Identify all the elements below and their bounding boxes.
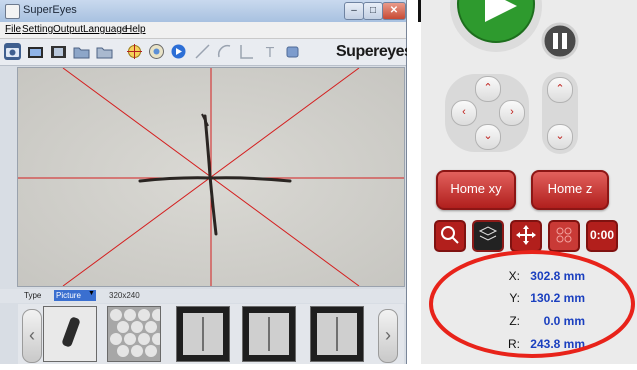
pause-icon — [553, 33, 558, 49]
circle-arrow-icon[interactable] — [170, 43, 187, 60]
capture-options-bar: Type Picture ▼ 320x240 — [0, 289, 406, 303]
thumbs-prev-button[interactable]: ‹ — [22, 309, 42, 363]
arc-tool-icon[interactable] — [216, 43, 233, 60]
angle-tool-icon[interactable] — [238, 43, 255, 60]
grid-icon[interactable] — [548, 220, 580, 252]
play-area — [450, 0, 579, 60]
jog-x-left-button[interactable]: ‹ — [451, 100, 477, 126]
chevron-down-icon[interactable]: ▼ — [88, 290, 95, 297]
thumbnail-5[interactable] — [310, 306, 364, 362]
window-title: SuperEyes — [23, 4, 77, 16]
brand-logo: Supereyes — [336, 43, 413, 60]
resolution-label: 320x240 — [109, 291, 140, 300]
eraser-icon[interactable] — [284, 43, 301, 60]
home-z-button[interactable]: Home z — [531, 170, 609, 210]
menu-setting[interactable]: Setting — [22, 24, 53, 35]
pause-button — [541, 22, 579, 60]
annotation-ellipse — [429, 250, 635, 358]
move-icon[interactable] — [510, 220, 542, 252]
minimize-button[interactable]: – — [344, 2, 364, 20]
jog-z-up-button[interactable]: ⌃ — [547, 77, 573, 103]
menu-help[interactable]: Help — [125, 24, 146, 35]
home-xy-button[interactable]: Home xy — [436, 170, 516, 210]
toolbar: T Supereyes — [0, 39, 413, 66]
jog-y-down-button[interactable]: ⌄ — [475, 124, 501, 150]
thumbnail-1[interactable] — [43, 306, 97, 362]
maximize-button[interactable]: □ — [363, 2, 383, 20]
menu-language[interactable]: Language — [83, 24, 128, 35]
close-button[interactable]: ✕ — [382, 2, 406, 20]
jog-x-right-button[interactable]: › — [499, 100, 525, 126]
magnify-icon[interactable] — [434, 220, 466, 252]
menu-output[interactable]: Output — [53, 24, 83, 35]
preview-overlay — [18, 68, 404, 286]
menu-bar: File Setting Output Language Help — [0, 22, 406, 39]
jog-y-up-button[interactable]: ⌃ — [475, 76, 501, 102]
thumbnail-3[interactable] — [176, 306, 230, 362]
layers-icon[interactable] — [472, 220, 504, 252]
camera-preview[interactable] — [17, 67, 405, 287]
thumbnail-4[interactable] — [242, 306, 296, 362]
settings-wheel-icon[interactable] — [148, 43, 165, 60]
jog-z-down-button[interactable]: ⌄ — [547, 124, 573, 150]
app-icon — [5, 4, 20, 19]
line-tool-icon[interactable] — [194, 43, 211, 60]
divider — [407, 0, 419, 364]
title-bar[interactable]: SuperEyes – □ ✕ — [0, 0, 406, 23]
svg-text:T: T — [265, 46, 274, 60]
folder-photo-icon[interactable] — [73, 43, 90, 60]
menu-file[interactable]: File — [5, 24, 21, 35]
timer-icon[interactable]: 0:00 — [586, 220, 618, 252]
thumbnail-strip: ‹ › — [18, 304, 404, 364]
folder-video-icon[interactable] — [96, 43, 113, 60]
text-tool-icon[interactable]: T — [262, 43, 279, 61]
film-icon[interactable] — [50, 43, 67, 60]
thumbnail-2[interactable] — [107, 306, 161, 362]
machine-control-panel: ⌃ ‹ › ⌄ ⌃ ⌄ Home xy Home z 0:00 X: 302.8… — [421, 0, 637, 364]
supereyes-window: SuperEyes – □ ✕ File Setting Output Lang… — [0, 0, 413, 364]
camera-icon[interactable] — [4, 43, 21, 60]
crosshair-icon[interactable] — [126, 43, 143, 60]
type-label: Type — [24, 291, 42, 300]
video-icon[interactable] — [27, 43, 44, 60]
thumbs-next-button[interactable]: › — [378, 309, 398, 363]
